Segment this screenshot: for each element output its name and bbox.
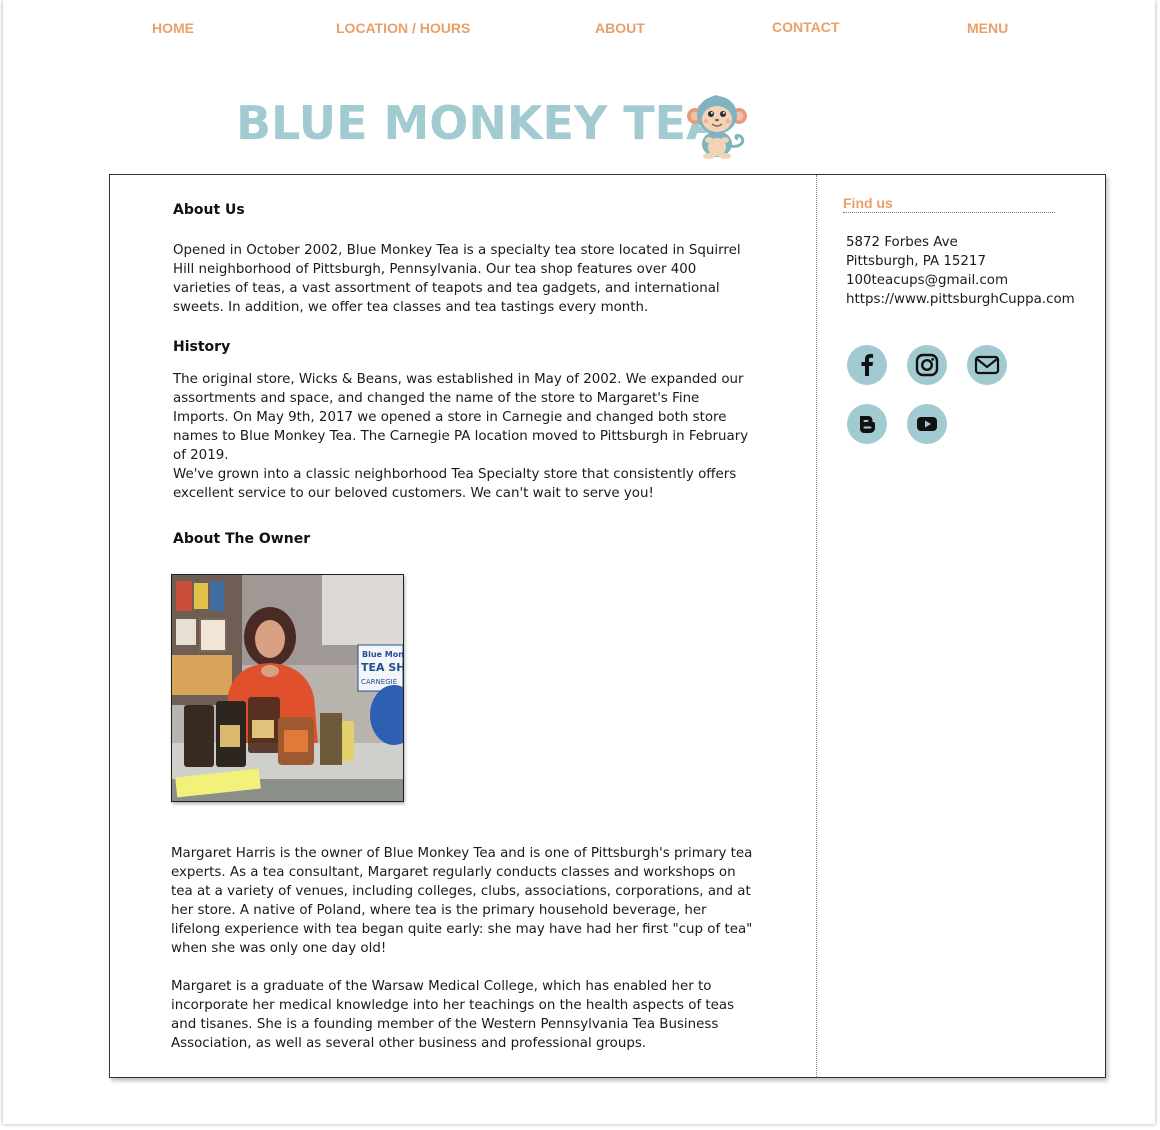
- svg-text:TEA SH: TEA SH: [361, 661, 403, 674]
- top-nav: HOME LOCATION / HOURS ABOUT CONTACT MENU: [0, 0, 1160, 60]
- history-heading: History: [173, 339, 231, 355]
- nav-menu[interactable]: MENU: [967, 20, 1008, 36]
- email-icon[interactable]: [967, 345, 1007, 385]
- email-link[interactable]: 100teacups@gmail.com: [846, 273, 1008, 288]
- findus-heading: Find us: [843, 195, 1055, 213]
- owner-photo: Blue Mon TEA SH CARNEGIE: [171, 574, 404, 802]
- owner-heading: About The Owner: [173, 531, 311, 547]
- nav-home[interactable]: HOME: [152, 20, 194, 36]
- site-title: BLUE MONKEY TEA: [236, 96, 722, 150]
- column-divider: [816, 175, 817, 1077]
- address-city: Pittsburgh, PA 15217: [846, 254, 986, 269]
- content-box: About Us Opened in October 2002, Blue Mo…: [109, 174, 1106, 1078]
- instagram-icon[interactable]: [907, 345, 947, 385]
- history-paragraph-2: We've grown into a classic neighborhood …: [173, 467, 737, 501]
- svg-text:Blue Mon: Blue Mon: [362, 650, 403, 659]
- svg-text:CARNEGIE: CARNEGIE: [361, 678, 397, 686]
- about-paragraph: Opened in October 2002, Blue Monkey Tea …: [173, 243, 741, 315]
- nav-contact[interactable]: CONTACT: [772, 19, 839, 35]
- youtube-icon[interactable]: [907, 404, 947, 444]
- owner-paragraph-2: Margaret is a graduate of the Warsaw Med…: [171, 979, 735, 1051]
- nav-about[interactable]: ABOUT: [595, 20, 645, 36]
- address-street: 5872 Forbes Ave: [846, 235, 958, 250]
- about-heading: About Us: [173, 202, 245, 218]
- website-link[interactable]: https://www.pittsburghCuppa.com: [846, 292, 1075, 307]
- facebook-icon[interactable]: [847, 345, 887, 385]
- history-paragraph: The original store, Wicks & Beans, was e…: [173, 372, 749, 463]
- blogger-icon[interactable]: [847, 404, 887, 444]
- nav-location-hours[interactable]: LOCATION / HOURS: [336, 20, 470, 36]
- owner-paragraph: Margaret Harris is the owner of Blue Mon…: [171, 846, 753, 956]
- monkey-logo-icon: [684, 90, 750, 160]
